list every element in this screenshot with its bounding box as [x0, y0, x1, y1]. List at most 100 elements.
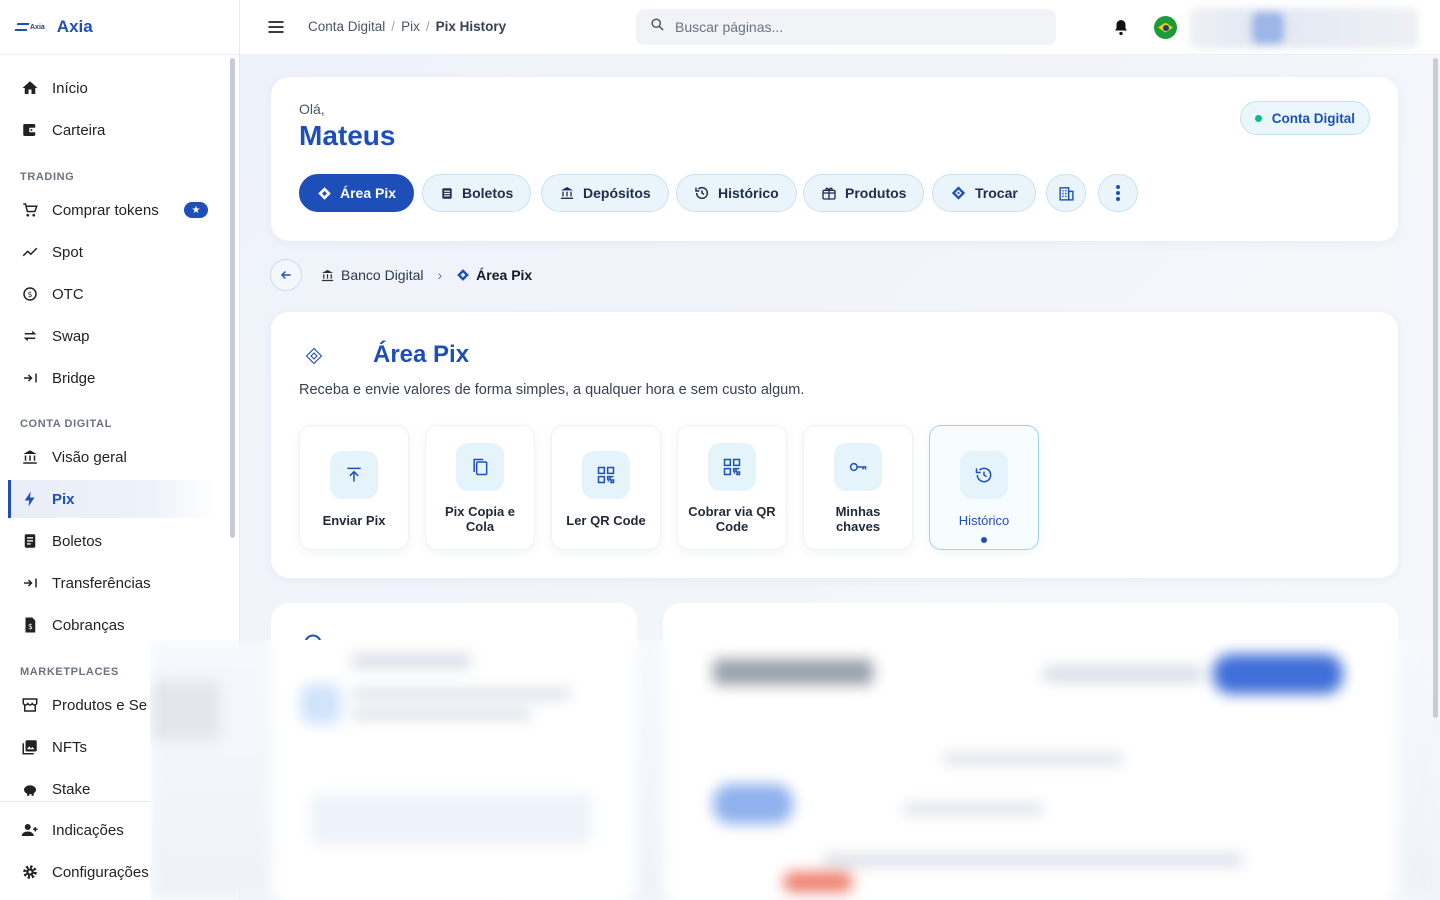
- sidebar-item-comprar-tokens[interactable]: Comprar tokens ★: [8, 191, 216, 229]
- tab-label: Trocar: [975, 185, 1018, 201]
- sidebar-item-label: Boletos: [52, 532, 103, 550]
- sidebar-item-transferencias[interactable]: Transferências: [8, 564, 216, 602]
- account-pill-label: Conta Digital: [1271, 110, 1355, 126]
- section-conta-digital: CONTA DIGITAL: [20, 418, 112, 430]
- breadcrumb-separator: /: [425, 19, 430, 34]
- sidebar-item-label: NFTs: [52, 738, 87, 756]
- sidebar-item-label: Configurações: [52, 863, 149, 881]
- tab-trocar[interactable]: Trocar: [932, 174, 1036, 212]
- subcrumb-current: Área Pix: [456, 267, 532, 283]
- sidebar-item-boletos[interactable]: Boletos: [8, 522, 216, 560]
- tile-cobrar-qr-code[interactable]: Cobrar via QR Code: [677, 425, 787, 550]
- history-icon: [960, 451, 1008, 499]
- sidebar-item-label: Visão geral: [52, 448, 127, 466]
- subcrumb-parent-label: Banco Digital: [341, 267, 424, 283]
- section-breadcrumb: Banco Digital › Área Pix: [270, 259, 532, 291]
- cart-icon: [20, 200, 40, 220]
- logo-text: Axia: [56, 17, 93, 36]
- sidebar-item-label: OTC: [52, 285, 84, 303]
- referral-icon: [20, 820, 40, 840]
- sidebar-item-visao-geral[interactable]: Visão geral: [8, 438, 216, 476]
- user-profile[interactable]: [1190, 8, 1418, 48]
- subcrumb-parent[interactable]: Banco Digital: [320, 267, 424, 283]
- arrow-left-icon: [280, 271, 291, 279]
- pix-icon: [457, 269, 470, 281]
- sidebar-item-inicio[interactable]: Início: [8, 69, 216, 107]
- bell-icon[interactable]: [1112, 18, 1130, 42]
- blurred-content: [150, 640, 1440, 900]
- sidebar-scrollbar[interactable]: [230, 58, 235, 538]
- svg-text:$: $: [28, 290, 33, 299]
- tile-enviar-pix[interactable]: Enviar Pix: [299, 425, 409, 550]
- selected-indicator: [981, 537, 987, 543]
- sidebar-item-label: Stake: [52, 780, 91, 798]
- breadcrumb-current: Pix History: [435, 19, 507, 34]
- greeting-hello: Olá,: [299, 101, 325, 117]
- sidebar-item-pix[interactable]: Pix: [8, 480, 216, 518]
- gift-icon: [822, 187, 836, 200]
- sidebar-item-label: Pix: [52, 490, 75, 508]
- gear-icon: [20, 862, 40, 882]
- qr-code-icon: [582, 451, 630, 499]
- tab-label: Produtos: [845, 185, 907, 201]
- tile-minhas-chaves[interactable]: Minhas chaves: [803, 425, 913, 550]
- home-icon: [20, 78, 40, 98]
- breadcrumb-item[interactable]: Pix: [401, 19, 420, 34]
- breadcrumb-separator: /: [391, 19, 396, 34]
- qr-code-icon: [708, 443, 756, 491]
- tab-boletos[interactable]: Boletos: [422, 174, 532, 212]
- sidebar-item-label: Transferências: [52, 574, 151, 592]
- logo[interactable]: Axia Axia: [0, 0, 239, 55]
- tile-label: Enviar Pix: [322, 513, 386, 528]
- bank-icon: [20, 447, 40, 467]
- sidebar-item-cobrancas[interactable]: $ Cobranças: [8, 606, 216, 644]
- pix-icon: [305, 347, 323, 370]
- bank-icon: [321, 269, 334, 281]
- tile-ler-qr-code[interactable]: Ler QR Code: [551, 425, 661, 550]
- tile-pix-copia-cola[interactable]: Pix Copia e Cola: [425, 425, 535, 550]
- tab-label: Boletos: [462, 185, 514, 201]
- tab-label: Histórico: [718, 185, 779, 201]
- sidebar-item-otc[interactable]: $ OTC: [8, 275, 216, 313]
- key-icon: [834, 443, 882, 491]
- subcrumb-current-label: Área Pix: [476, 267, 533, 283]
- main-scrollbar[interactable]: [1433, 58, 1438, 718]
- search-icon: [650, 17, 665, 37]
- pix-area-card: Área Pix Receba e envie valores de forma…: [271, 312, 1398, 578]
- sidebar-item-label: Comprar tokens: [52, 201, 159, 219]
- building-button[interactable]: [1046, 174, 1086, 212]
- search-box: [636, 9, 1056, 45]
- sidebar-item-label: Carteira: [52, 121, 106, 139]
- bolt-icon: [20, 489, 40, 509]
- sidebar-item-carteira[interactable]: Carteira: [8, 111, 216, 149]
- tile-historico[interactable]: Histórico: [929, 425, 1039, 550]
- chevron-right-icon: ›: [437, 267, 443, 283]
- menu-icon[interactable]: [266, 17, 286, 37]
- transfer-icon: [20, 573, 40, 593]
- history-card: [663, 603, 1398, 643]
- tab-produtos[interactable]: Produtos: [803, 174, 925, 212]
- sidebar-item-swap[interactable]: Swap: [8, 317, 216, 355]
- tile-label: Histórico: [958, 513, 1010, 528]
- search-input[interactable]: [675, 19, 1035, 35]
- sidebar-item-label: Bridge: [52, 369, 96, 387]
- star-badge: ★: [184, 202, 208, 218]
- brazil-flag-icon[interactable]: [1154, 16, 1177, 39]
- tab-depositos[interactable]: Depósitos: [541, 174, 669, 212]
- more-button[interactable]: [1098, 174, 1138, 212]
- copy-icon: [456, 443, 504, 491]
- document-icon: [20, 531, 40, 551]
- logo-mark: Axia: [14, 23, 45, 31]
- sidebar-item-label: Swap: [52, 327, 90, 345]
- breadcrumb-item[interactable]: Conta Digital: [308, 19, 385, 34]
- document-icon: [442, 187, 452, 199]
- back-button[interactable]: [270, 259, 302, 291]
- tab-historico[interactable]: Histórico: [676, 174, 797, 212]
- account-pill[interactable]: Conta Digital: [1239, 101, 1370, 135]
- wallet-icon: [20, 120, 40, 140]
- piggy-icon: [20, 779, 40, 799]
- sidebar-item-bridge[interactable]: Bridge: [8, 359, 216, 397]
- tile-label: Pix Copia e Cola: [444, 504, 516, 534]
- tab-area-pix[interactable]: Área Pix: [299, 174, 415, 212]
- sidebar-item-spot[interactable]: Spot: [8, 233, 216, 271]
